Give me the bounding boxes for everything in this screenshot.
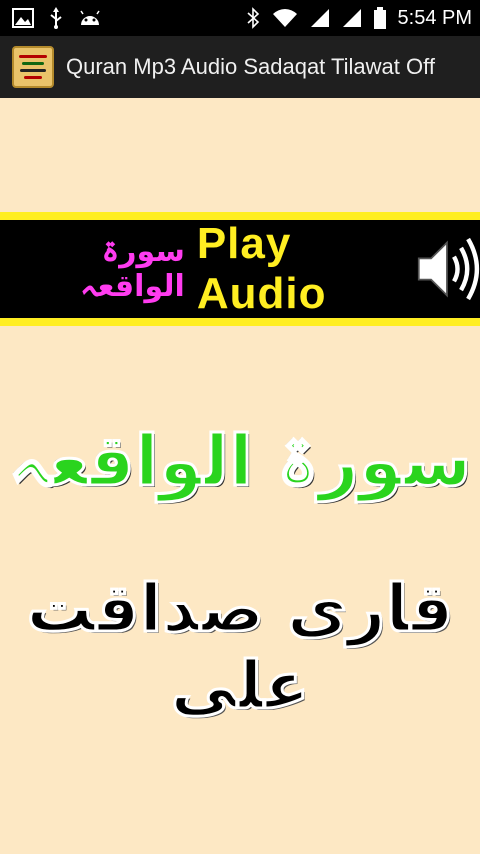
- action-bar: Quran Mp3 Audio Sadaqat Tilawat Off: [0, 36, 480, 98]
- android-icon: [80, 10, 100, 25]
- speaker-icon: [417, 237, 479, 301]
- image-icon: [12, 8, 34, 28]
- bluetooth-icon: [246, 7, 259, 29]
- qari-name: قاری صداقت علی: [25, 569, 455, 726]
- signal-icon: [342, 9, 361, 27]
- banner-surah-label: سورۃ الواقعہ: [80, 234, 185, 304]
- status-bar: 5:54 PM: [0, 0, 480, 36]
- play-audio-button[interactable]: سورۃ الواقعہ Play Audio: [0, 219, 480, 318]
- battery-icon: [373, 7, 386, 29]
- clock: 5:54 PM: [397, 6, 472, 29]
- signal-icon: [310, 9, 329, 27]
- play-audio-banner[interactable]: سورۃ الواقعہ Play Audio: [0, 212, 480, 326]
- wifi-icon: [272, 9, 297, 27]
- usb-icon: [50, 7, 62, 29]
- app-logo-icon[interactable]: [12, 46, 54, 88]
- surah-name: سورۃ الواقعہ: [7, 419, 473, 504]
- play-audio-label: Play Audio: [196, 219, 327, 318]
- app-title: Quran Mp3 Audio Sadaqat Tilawat Off: [66, 54, 435, 79]
